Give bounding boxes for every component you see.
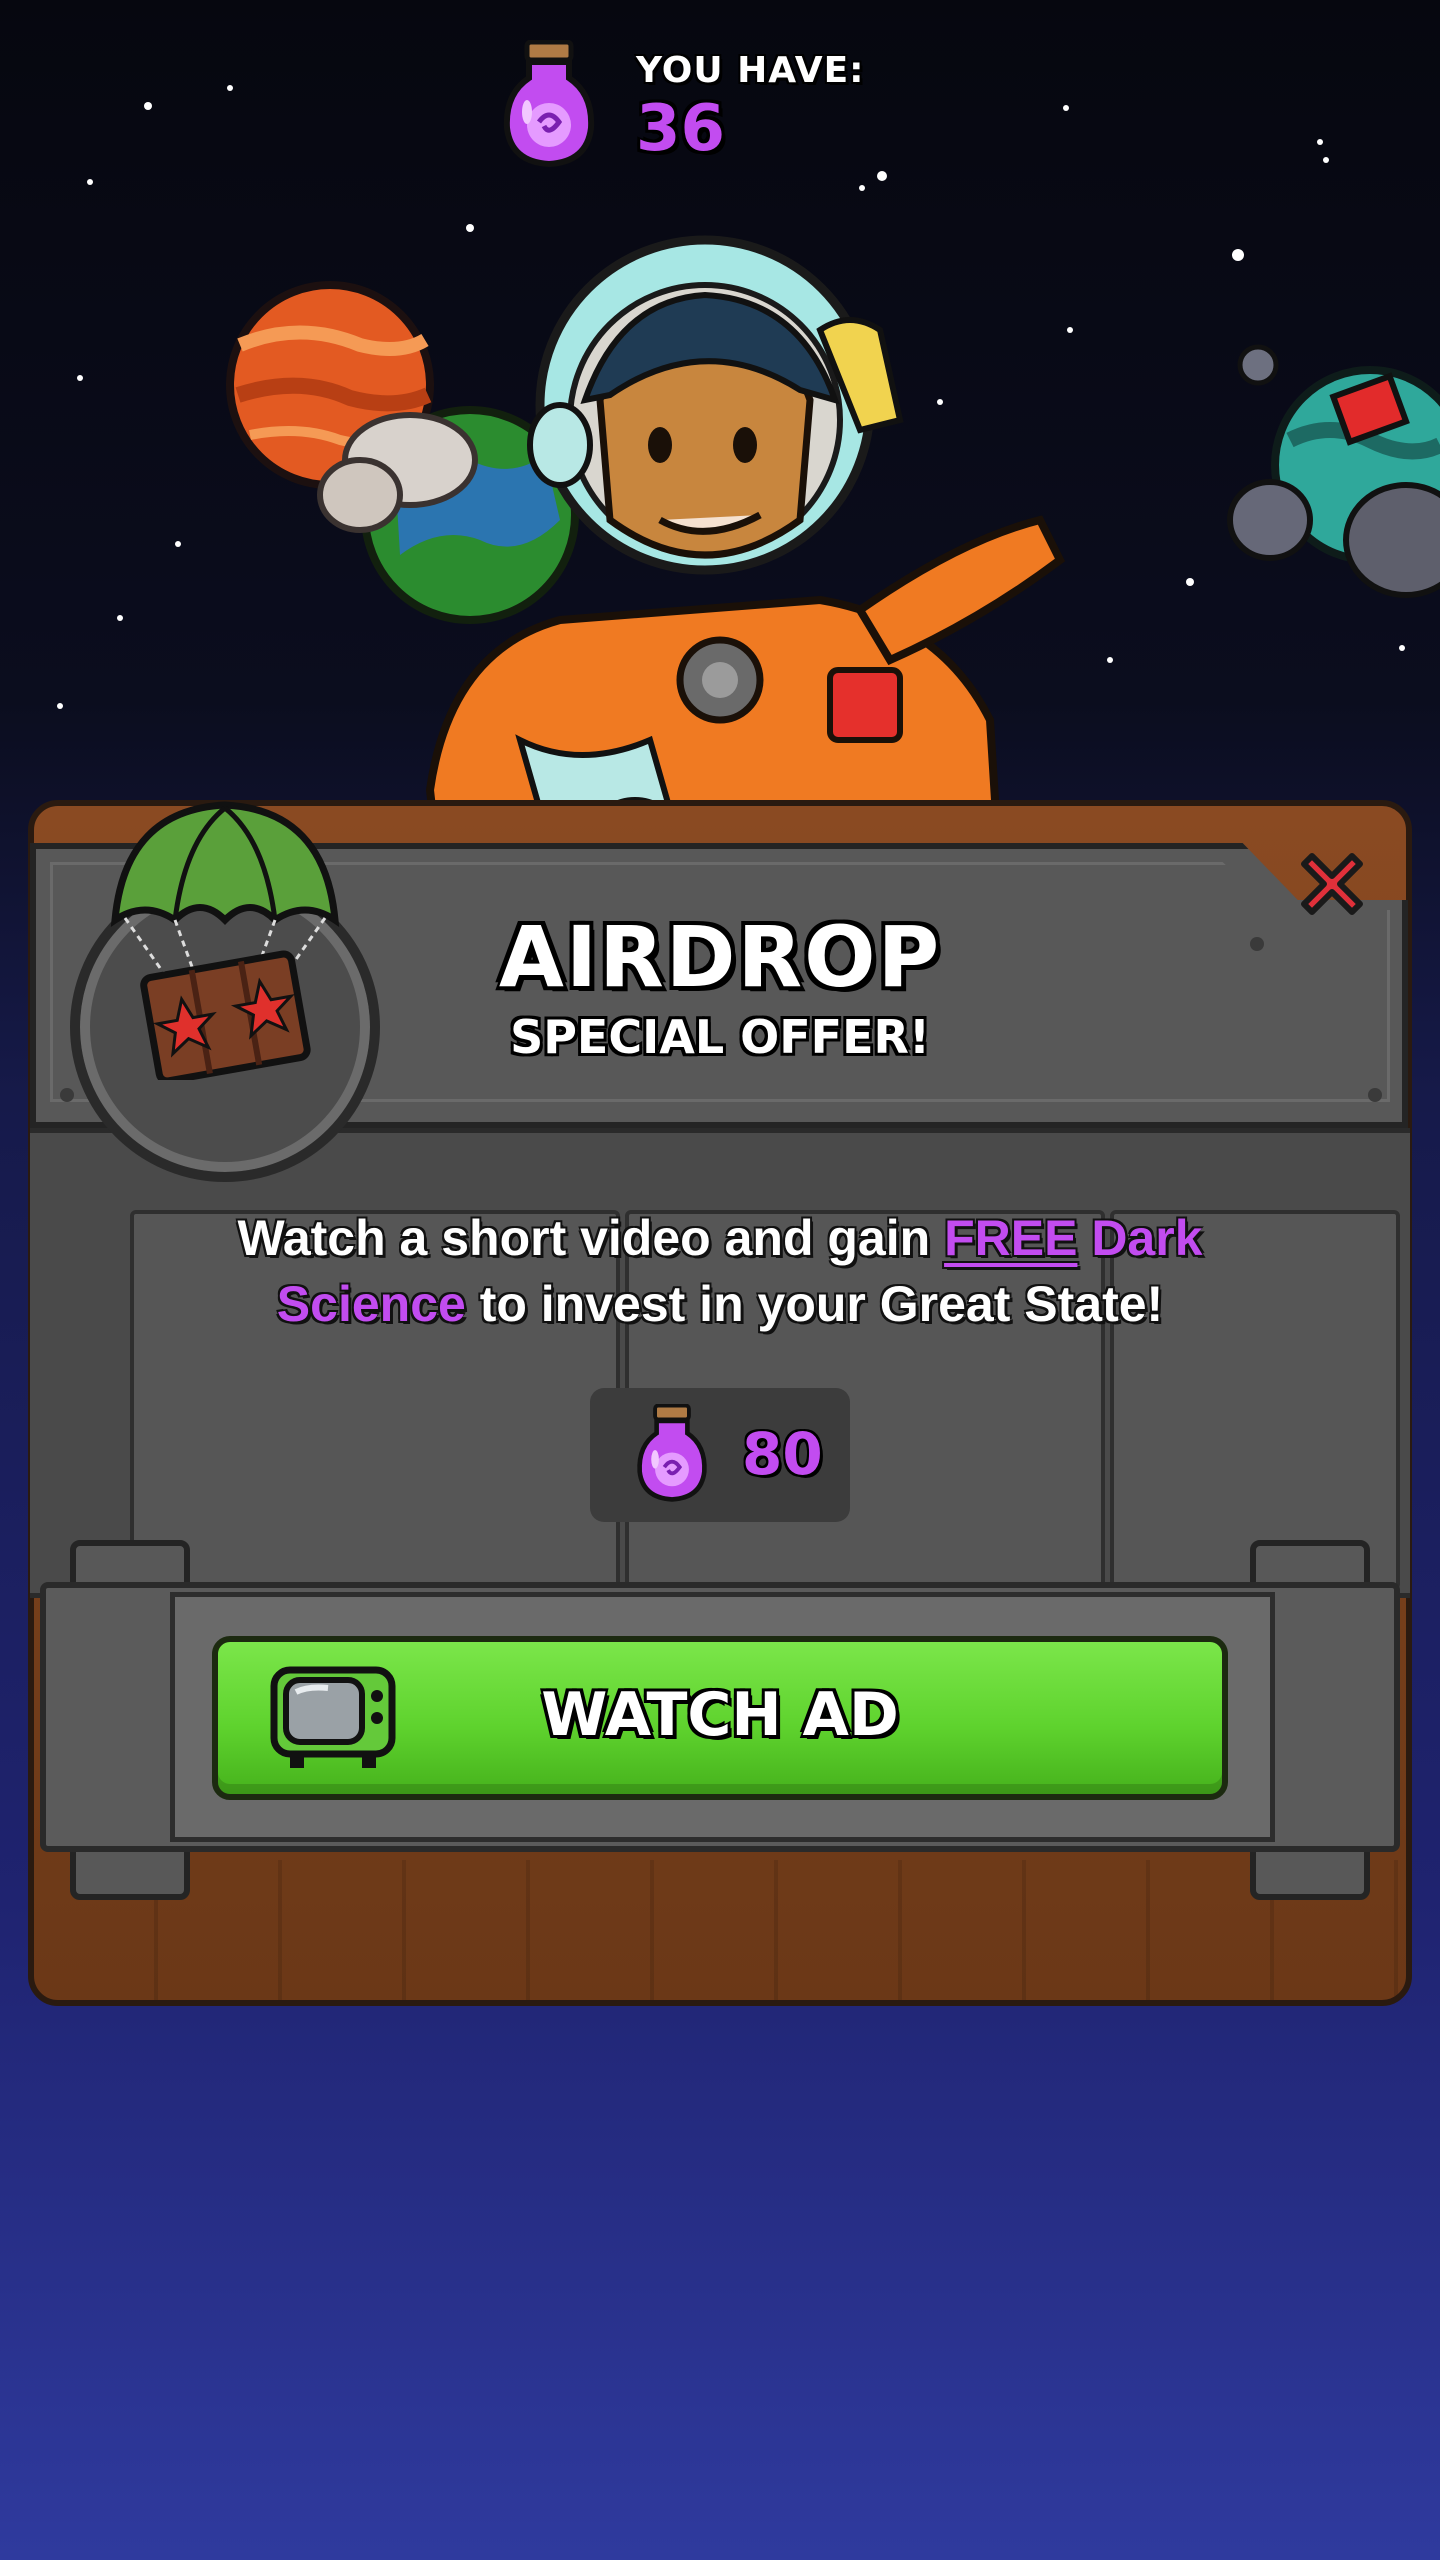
watch-ad-label[interactable]: WATCH AD (400, 1680, 1040, 1750)
close-icon[interactable] (1301, 853, 1363, 915)
offer-description: Watch a short video and gain FREE Dark S… (150, 1205, 1290, 1337)
description-text: Watch a short video and gain (237, 1210, 945, 1266)
description-text-end: to invest in your Great State! (465, 1276, 1164, 1332)
dark-science-jar-icon (637, 1404, 707, 1502)
offer-title: AIRDROP (498, 908, 942, 1006)
wallet-label: YOU HAVE: (636, 50, 865, 91)
parachute-crate-icon (110, 801, 340, 1080)
rivet (1250, 937, 1264, 951)
distant-planet (1227, 344, 1440, 598)
rivet (1368, 1088, 1382, 1102)
description-free: FREE (944, 1210, 1078, 1266)
reward-amount: 80 (742, 1420, 823, 1488)
rivet (60, 1088, 74, 1102)
offer-subtitle: SPECIAL OFFER! (510, 1010, 930, 1064)
tv-icon[interactable] (268, 1662, 398, 1774)
wallet-amount: 36 (636, 92, 726, 166)
close-button[interactable] (1290, 842, 1374, 926)
dark-science-jar-icon (503, 40, 595, 168)
